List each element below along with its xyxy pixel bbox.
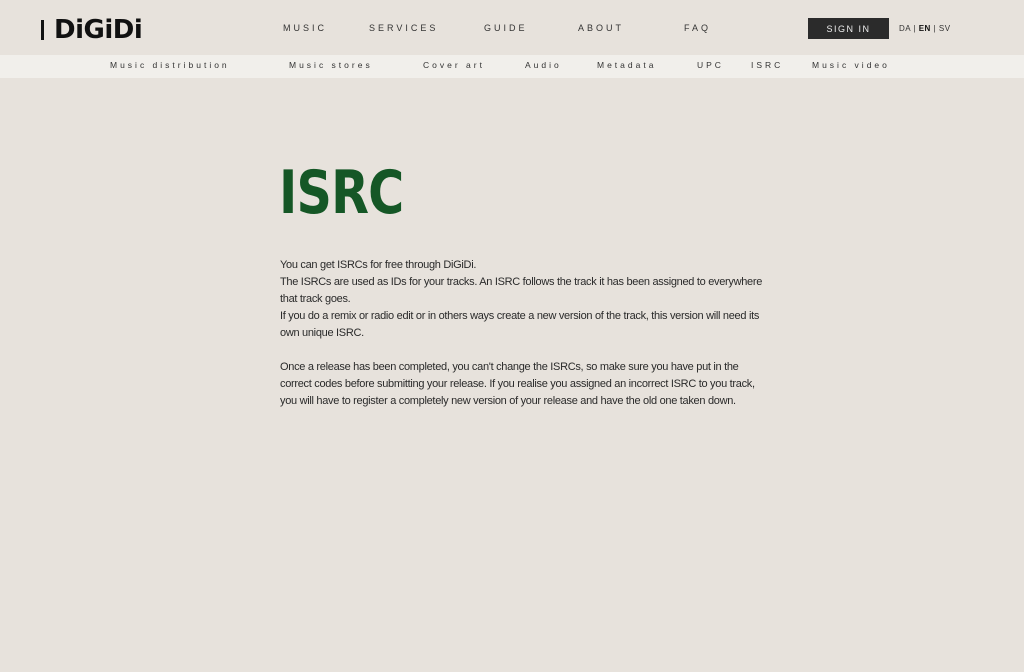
content-line: If you do a remix or radio edit or in ot…	[280, 310, 760, 339]
subnav-music-video[interactable]: Music video	[812, 60, 890, 70]
page-title: ISRC	[279, 158, 404, 228]
nav-services[interactable]: SERVICES	[369, 23, 438, 33]
page-content: You can get ISRCs for free through DiGiD…	[280, 257, 768, 410]
subnav-music-stores[interactable]: Music stores	[289, 60, 373, 70]
nav-about[interactable]: ABOUT	[578, 23, 624, 33]
subnav-cover-art[interactable]: Cover art	[423, 60, 485, 70]
lang-en[interactable]: EN	[919, 24, 931, 33]
logo-mark-icon	[32, 19, 44, 41]
nav-faq[interactable]: FAQ	[684, 23, 711, 33]
site-header: DiGiDi MUSIC SERVICES GUIDE ABOUT FAQ SI…	[0, 0, 1024, 55]
lang-separator: |	[930, 24, 939, 33]
lang-separator: |	[910, 24, 919, 33]
subnav-isrc[interactable]: ISRC	[751, 60, 783, 70]
content-line: The ISRCs are used as IDs for your track…	[280, 276, 763, 305]
language-switcher: DA | EN | SV	[899, 24, 951, 33]
lang-sv[interactable]: SV	[939, 24, 951, 33]
lang-da[interactable]: DA	[899, 24, 911, 33]
nav-music[interactable]: MUSIC	[283, 23, 327, 33]
subnav-metadata[interactable]: Metadata	[597, 60, 656, 70]
subnav-upc[interactable]: UPC	[697, 60, 724, 70]
subnav-audio[interactable]: Audio	[525, 60, 562, 70]
content-line: You can get ISRCs for free through DiGiD…	[280, 259, 477, 271]
nav-guide[interactable]: GUIDE	[484, 23, 528, 33]
logo-text: DiGiDi	[54, 15, 143, 45]
guide-subnav: Music distribution Music stores Cover ar…	[0, 55, 1024, 78]
sign-in-button[interactable]: SIGN IN	[808, 18, 889, 39]
content-paragraph: Once a release has been completed, you c…	[280, 361, 755, 407]
digidi-logo[interactable]: DiGiDi	[32, 15, 143, 45]
subnav-music-distribution[interactable]: Music distribution	[110, 60, 230, 70]
